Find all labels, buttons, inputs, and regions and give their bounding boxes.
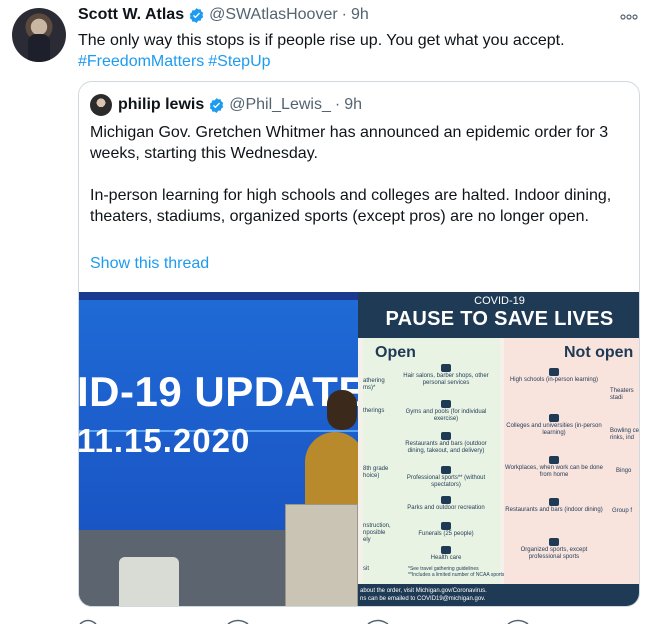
- school-icon: [549, 368, 559, 376]
- action-bar-icons: [79, 619, 529, 624]
- open-item: Professional sports** (without spectator…: [396, 466, 496, 489]
- poster-footer: about the order, visit Michigan.gov/Coro…: [358, 584, 639, 606]
- open-item-label: Gyms and pools (for individual exercise): [405, 409, 487, 422]
- open-side-3: 8th grade hoice): [363, 466, 389, 479]
- hashtag-stepup[interactable]: #StepUp: [208, 53, 270, 70]
- podium: [285, 504, 358, 606]
- quote-author-avatar: [90, 94, 112, 116]
- not-open-item: Restaurants and bars (indoor dining): [504, 498, 604, 514]
- hashtags: #FreedomMatters #StepUp: [78, 51, 638, 72]
- chair: [119, 557, 179, 606]
- verified-badge-icon: [189, 7, 204, 23]
- tweet-time[interactable]: 9h: [351, 6, 369, 24]
- restaurant-icon: [549, 498, 559, 506]
- speaker: [305, 432, 358, 512]
- dumbbell-icon: [441, 400, 451, 408]
- funeral-icon: [441, 522, 451, 530]
- open-column: Open athering ms)* therings 8th grade ho…: [363, 338, 504, 584]
- poster-header: COVID-19 PAUSE TO SAVE LIVES: [358, 292, 639, 338]
- not-open-item-label: High schools (in-person learning): [509, 377, 599, 383]
- quote-text: Michigan Gov. Gretchen Whitmer has annou…: [90, 122, 630, 248]
- not-open-side-1: Theaters stadi: [610, 388, 634, 401]
- open-title: Open: [375, 344, 416, 361]
- author-handle[interactable]: @SWAtlasHoover: [209, 6, 338, 24]
- open-footnote: *See travel gathering guidelines **Inclu…: [408, 566, 505, 578]
- quote-media[interactable]: ID-19 UPDATE 11.15.2020 COVID-19 PAUSE T…: [79, 292, 640, 606]
- speaker-head: [327, 390, 357, 430]
- tweet-text: The only way this stops is if people ris…: [78, 30, 638, 72]
- open-item-label: Funerals (25 people): [418, 531, 474, 537]
- not-open-side-2: Bowling ce rinks, ind: [610, 428, 640, 441]
- ball-icon: [441, 466, 451, 474]
- tweet-body: The only way this stops is if people ris…: [78, 32, 565, 49]
- open-item: Health care: [396, 546, 496, 562]
- open-item: Gyms and pools (for individual exercise): [396, 400, 496, 423]
- not-open-item: Organized sports, except professional sp…: [504, 538, 604, 561]
- separator-dot: ·: [341, 6, 347, 23]
- verified-badge-icon: [210, 97, 224, 113]
- not-open-item-label: Organized sports, except professional sp…: [520, 547, 588, 560]
- pause-poster-image[interactable]: COVID-19 PAUSE TO SAVE LIVES Open atheri…: [358, 292, 640, 606]
- graduation-cap-icon: [549, 414, 559, 422]
- open-item-label: Parks and outdoor recreation: [407, 505, 485, 511]
- ellipsis-icon: [620, 14, 638, 20]
- not-open-item-label: Colleges and universities (in-person lea…: [506, 423, 602, 436]
- quote-author-handle: @Phil_Lewis_: [229, 96, 331, 113]
- open-side-5: sit: [363, 566, 369, 572]
- more-icon[interactable]: [620, 7, 638, 23]
- update-date: 11.15.2020: [79, 422, 251, 459]
- separator-dot: ·: [334, 96, 341, 113]
- open-item-label: Hair salons, barber shops, other persona…: [403, 373, 489, 386]
- tweet[interactable]: Scott W. Atlas @SWAtlasHoover · 9h The o…: [0, 0, 660, 624]
- open-item-label: Professional sports** (without spectator…: [406, 475, 486, 488]
- open-item: Restaurants and bars (outdoor dining, ta…: [396, 432, 496, 455]
- quote-time: 9h: [344, 96, 362, 113]
- not-open-item: Colleges and universities (in-person lea…: [504, 414, 604, 437]
- open-side-4: nstruction, nposible ely: [363, 523, 391, 543]
- not-open-item: Workplaces, when work can be done from h…: [504, 456, 604, 479]
- not-open-item-label: Restaurants and bars (indoor dining): [505, 507, 603, 513]
- quote-header: philip lewis @Phil_Lewis_ · 9h: [90, 94, 362, 116]
- open-item-label: Restaurants and bars (outdoor dining, ta…: [405, 441, 487, 454]
- not-open-item: High schools (in-person learning): [504, 368, 604, 384]
- author-avatar[interactable]: [12, 8, 66, 62]
- not-open-side-4: Group f: [612, 508, 633, 514]
- open-side-2: therings: [363, 408, 385, 414]
- tree-icon: [441, 496, 451, 504]
- show-thread-link[interactable]: Show this thread: [90, 255, 209, 273]
- open-side-1: athering ms)*: [363, 378, 385, 391]
- tweet-header: Scott W. Atlas @SWAtlasHoover · 9h: [78, 4, 369, 26]
- workplace-icon: [549, 456, 559, 464]
- not-open-column: Not open High schools (in-person learnin…: [504, 338, 640, 584]
- quote-author-name: philip lewis: [118, 96, 205, 113]
- not-open-item-label: Workplaces, when work can be done from h…: [505, 465, 603, 478]
- open-item: Hair salons, barber shops, other persona…: [396, 364, 496, 387]
- author-name[interactable]: Scott W. Atlas: [78, 6, 184, 24]
- quote-paragraph-1: Michigan Gov. Gretchen Whitmer has annou…: [90, 124, 609, 162]
- hashtag-freedommatters[interactable]: #FreedomMatters: [78, 53, 204, 70]
- poster-title: PAUSE TO SAVE LIVES: [385, 308, 614, 330]
- health-cross-icon: [441, 546, 451, 554]
- scissors-icon: [441, 364, 451, 372]
- update-title: ID-19 UPDATE: [79, 368, 358, 415]
- open-item-label: Health care: [430, 555, 462, 561]
- quote-paragraph-2: In-person learning for high schools and …: [90, 187, 612, 225]
- press-conference-image[interactable]: ID-19 UPDATE 11.15.2020: [79, 292, 358, 606]
- sports-icon: [549, 538, 559, 546]
- open-item: Parks and outdoor recreation: [396, 496, 496, 512]
- open-item: Funerals (25 people): [396, 522, 496, 538]
- not-open-side-3: Bingo: [616, 468, 632, 474]
- poster-covid-label: COVID-19: [474, 295, 525, 307]
- quoted-tweet[interactable]: philip lewis @Phil_Lewis_ · 9h Michigan …: [78, 81, 640, 607]
- not-open-title: Not open: [564, 344, 634, 361]
- takeout-icon: [441, 432, 451, 440]
